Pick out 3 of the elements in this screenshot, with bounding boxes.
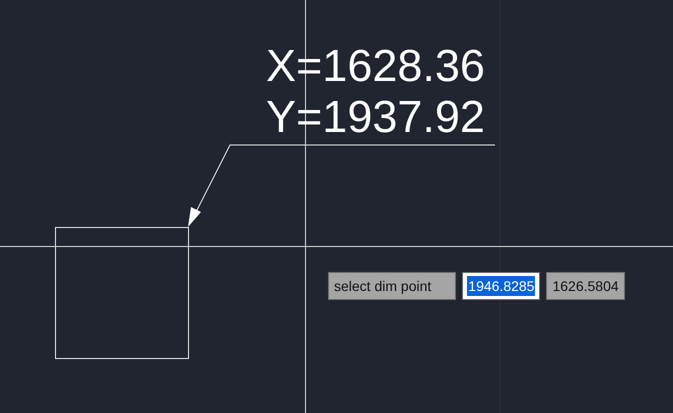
- coordinate-field[interactable]: 1626.5804: [546, 272, 625, 300]
- command-prompt: select dim point: [328, 272, 456, 300]
- coordinate-field[interactable]: 1946.8285: [462, 272, 540, 300]
